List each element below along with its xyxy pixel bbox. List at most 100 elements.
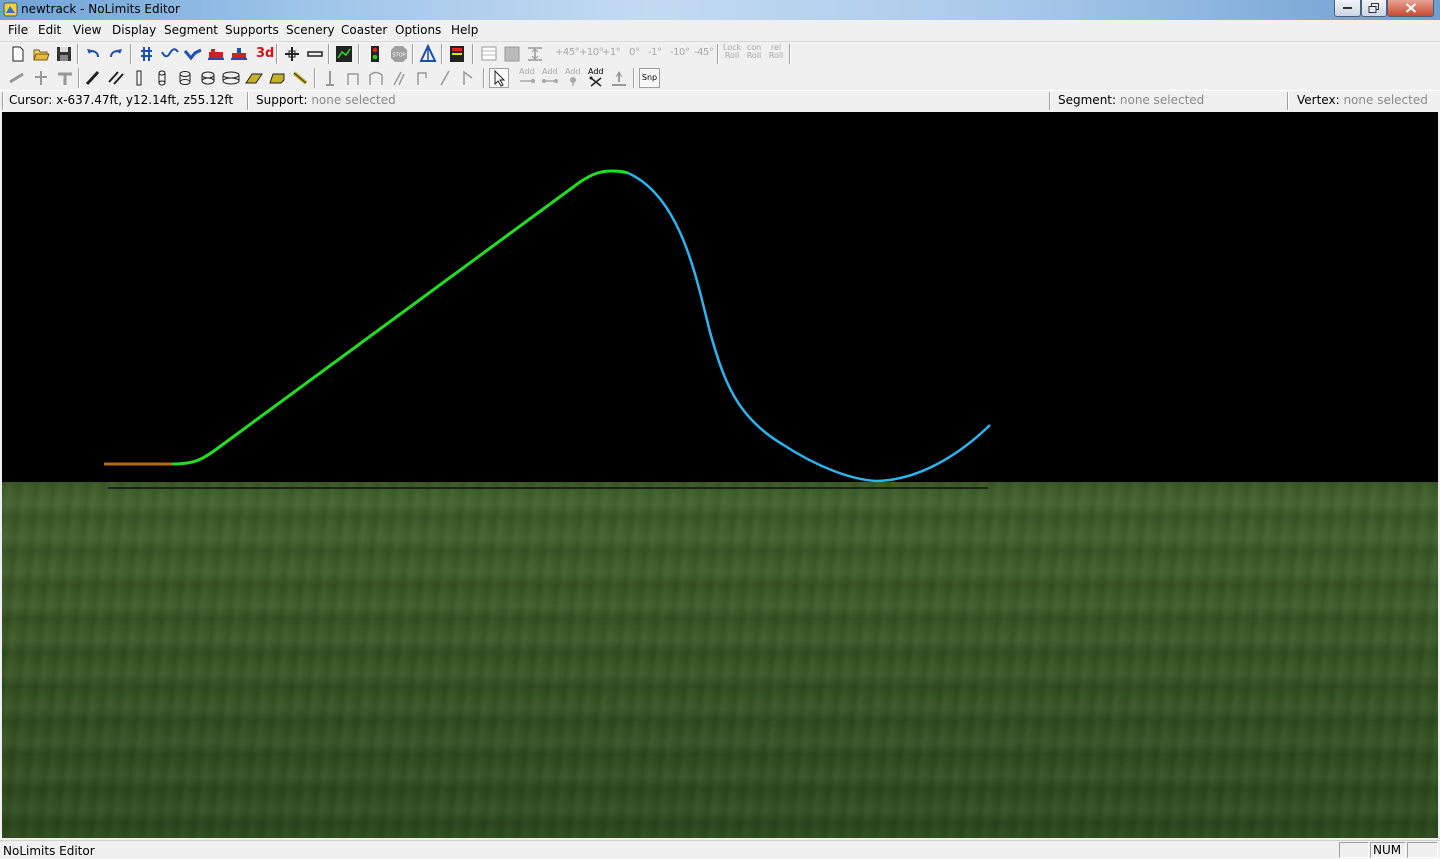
grid-button[interactable] [137, 44, 157, 64]
roll-minus1-button[interactable]: -1° [648, 47, 662, 58]
support-lean-button[interactable] [389, 68, 409, 88]
menu-segment[interactable]: Segment [164, 23, 218, 37]
menu-help[interactable]: Help [451, 23, 478, 37]
lock-roll-button[interactable]: Lock Roll [722, 44, 742, 60]
post-icon [326, 71, 334, 86]
train-button[interactable] [206, 44, 226, 64]
restore-icon [1368, 3, 1379, 13]
segment-value: none selected [1119, 93, 1205, 107]
grid-icon [141, 47, 152, 61]
properties-button[interactable] [447, 44, 467, 64]
select-pointer-button[interactable] [489, 68, 509, 88]
cylinder-small-button[interactable] [152, 68, 172, 88]
side-support-icon [463, 70, 473, 85]
menu-supports[interactable]: Supports [225, 23, 279, 37]
footer-tilt-button[interactable] [290, 68, 310, 88]
rel-roll-button[interactable]: rel Roll [766, 44, 786, 60]
add-ground-button[interactable] [609, 68, 629, 88]
open-file-button[interactable] [31, 44, 51, 64]
new-file-button[interactable] [8, 44, 28, 64]
status-bar: NoLimits Editor NUM [0, 840, 1440, 859]
roll-plus10-button[interactable]: +10° [579, 47, 604, 58]
close-button[interactable] [1387, 0, 1434, 17]
beam-tool-button[interactable] [83, 68, 103, 88]
minimize-button[interactable] [1334, 0, 1361, 17]
cylinder-wide-button[interactable] [221, 68, 241, 88]
support-tool-2-button[interactable] [31, 68, 51, 88]
menu-options[interactable]: Options [395, 23, 441, 37]
footer-flat-button[interactable] [244, 68, 264, 88]
lift-hill-segment[interactable] [171, 169, 629, 466]
3d-view-button[interactable]: 3d [253, 44, 274, 64]
stop-button[interactable]: STOP [389, 44, 409, 64]
undo-button[interactable] [83, 44, 103, 64]
restore-button[interactable] [1361, 0, 1387, 17]
cylinder-medium-button[interactable] [175, 68, 195, 88]
cylinder-large-button[interactable] [198, 68, 218, 88]
roll-minus10-button[interactable]: -10° [670, 47, 690, 58]
menu-coaster[interactable]: Coaster [341, 23, 387, 37]
support-bent-button[interactable] [343, 68, 363, 88]
add-beam-button[interactable]: Add [540, 67, 560, 88]
3d-viewport[interactable] [2, 112, 1438, 838]
support-tool-1-button[interactable] [7, 68, 27, 88]
con-roll-button[interactable]: con Roll [744, 44, 764, 60]
align-icon [528, 47, 542, 61]
window-grid-icon [481, 46, 497, 61]
add-footer-icon [570, 77, 576, 86]
stop-icon: STOP [391, 46, 407, 62]
add-free-node-button[interactable]: Add [586, 67, 606, 88]
support-hook-button[interactable] [412, 68, 432, 88]
main-toolbar: 3d STOP +45° +10° +1° 0° -1° -10° -45° L… [0, 42, 1440, 66]
view-grid-button[interactable] [479, 44, 499, 64]
footer-block-button[interactable] [267, 68, 287, 88]
support-diag-button[interactable] [435, 68, 455, 88]
view-fill-button[interactable] [502, 44, 522, 64]
bent-support-icon [347, 73, 359, 85]
supports-tool-button[interactable] [418, 44, 438, 64]
menu-scenery[interactable]: Scenery [286, 23, 335, 37]
beam-pair-button[interactable] [106, 68, 126, 88]
redo-icon [110, 49, 122, 58]
save-button[interactable] [54, 44, 74, 64]
support-tool-3-button[interactable] [55, 68, 75, 88]
support-label: Support: [256, 93, 308, 107]
delete-vertex-button[interactable] [305, 44, 325, 64]
support-arch-button[interactable] [366, 68, 386, 88]
column-button[interactable] [129, 68, 149, 88]
title-bar: newtrack - NoLimits Editor [0, 0, 1440, 20]
roll-minus45-button[interactable]: -45° [694, 47, 714, 58]
support-side-button[interactable] [458, 68, 478, 88]
train-ride-button[interactable] [229, 44, 249, 64]
toolbar-separator [78, 68, 80, 88]
menu-edit[interactable]: Edit [38, 23, 61, 37]
menu-view[interactable]: View [73, 23, 101, 37]
info-separator [1287, 92, 1289, 110]
roll-plus1-button[interactable]: +1° [602, 47, 621, 58]
add-footer-button[interactable]: Add [563, 67, 583, 88]
cylinder-large-icon [201, 71, 215, 85]
info-separator [2, 92, 4, 110]
status-text: NoLimits Editor [3, 844, 95, 858]
insert-vertex-button[interactable] [282, 44, 302, 64]
menu-file[interactable]: File [8, 23, 28, 37]
track-layer [104, 169, 991, 489]
drop-segment[interactable] [627, 171, 991, 483]
roll-plus45-button[interactable]: +45° [555, 47, 580, 58]
add-node-button[interactable]: Add [517, 67, 537, 88]
station-mode-button[interactable] [365, 44, 385, 64]
toolbar-separator [77, 44, 79, 64]
track-view-button[interactable] [160, 44, 180, 64]
toolbar-separator [276, 44, 278, 64]
undo-icon [87, 49, 99, 58]
align-button[interactable] [525, 44, 545, 64]
support-post-button[interactable] [320, 68, 340, 88]
menu-display[interactable]: Display [112, 23, 156, 37]
roll-zero-button[interactable]: 0° [629, 47, 640, 58]
track-select-button[interactable] [183, 44, 203, 64]
graph-button[interactable] [334, 44, 354, 64]
plus-icon [285, 47, 299, 61]
cylinder-small-icon [158, 70, 166, 86]
redo-button[interactable] [106, 44, 126, 64]
snap-button[interactable]: Snp [639, 68, 660, 88]
